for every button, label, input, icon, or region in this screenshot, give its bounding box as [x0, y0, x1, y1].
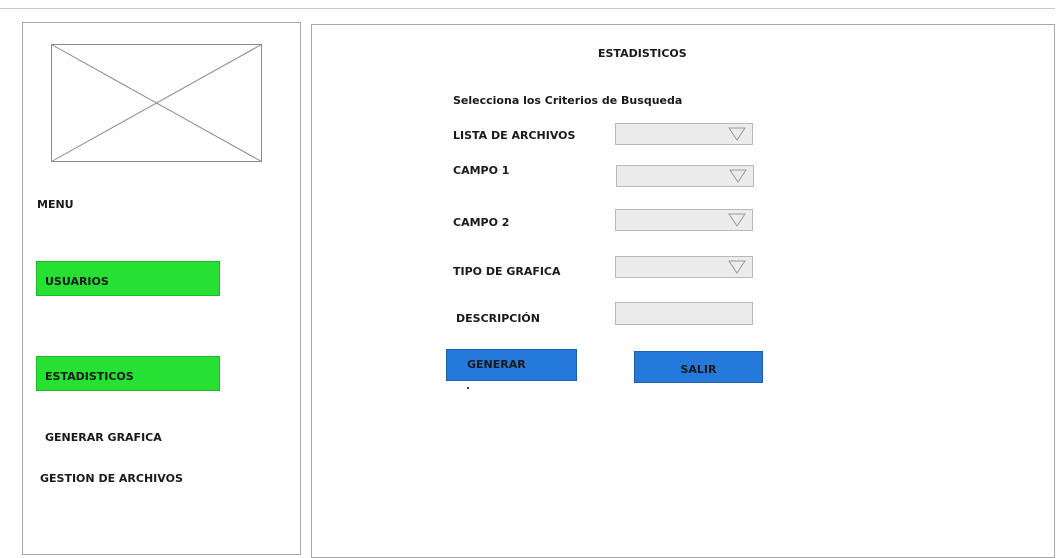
- sidebar-item-usuarios[interactable]: USUARIOS: [36, 261, 220, 296]
- chevron-down-icon: [728, 213, 746, 227]
- chevron-down-icon: [728, 127, 746, 141]
- sidebar-item-label: USUARIOS: [45, 275, 109, 288]
- image-placeholder-icon: [51, 44, 262, 162]
- criteria-heading: Selecciona los Criterios de Busqueda: [453, 94, 683, 107]
- main-panel: ESTADISTICOS Selecciona los Criterios de…: [311, 24, 1055, 558]
- salir-button[interactable]: SALIR: [634, 351, 763, 383]
- sidebar: MENU USUARIOS ESTADISTICOS GENERAR GRAFI…: [22, 22, 301, 555]
- sidebar-item-generar-grafica[interactable]: GENERAR GRAFICA: [45, 431, 162, 444]
- tipo-grafica-label: TIPO DE GRAFICA: [453, 265, 561, 278]
- descripcion-label: DESCRIPCIÓN: [456, 312, 540, 325]
- sidebar-item-estadisticos[interactable]: ESTADISTICOS: [36, 356, 220, 391]
- menu-label: MENU: [37, 198, 74, 211]
- lista-archivos-label: LISTA DE ARCHIVOS: [453, 129, 576, 142]
- dot-marker: [467, 387, 469, 389]
- tipo-grafica-select[interactable]: [615, 256, 753, 278]
- generar-button[interactable]: GENERAR: [446, 349, 577, 381]
- chevron-down-icon: [728, 260, 746, 274]
- campo1-label: CAMPO 1: [453, 164, 510, 177]
- chevron-down-icon: [729, 169, 747, 183]
- lista-archivos-select[interactable]: [615, 123, 753, 145]
- descripcion-input[interactable]: [615, 302, 753, 325]
- campo2-select[interactable]: [615, 209, 753, 231]
- sidebar-item-gestion-archivos[interactable]: GESTION DE ARCHIVOS: [40, 472, 183, 485]
- campo1-select[interactable]: [616, 165, 754, 187]
- sidebar-item-label: ESTADISTICOS: [45, 370, 134, 383]
- campo2-label: CAMPO 2: [453, 216, 510, 229]
- page-title: ESTADISTICOS: [598, 47, 687, 60]
